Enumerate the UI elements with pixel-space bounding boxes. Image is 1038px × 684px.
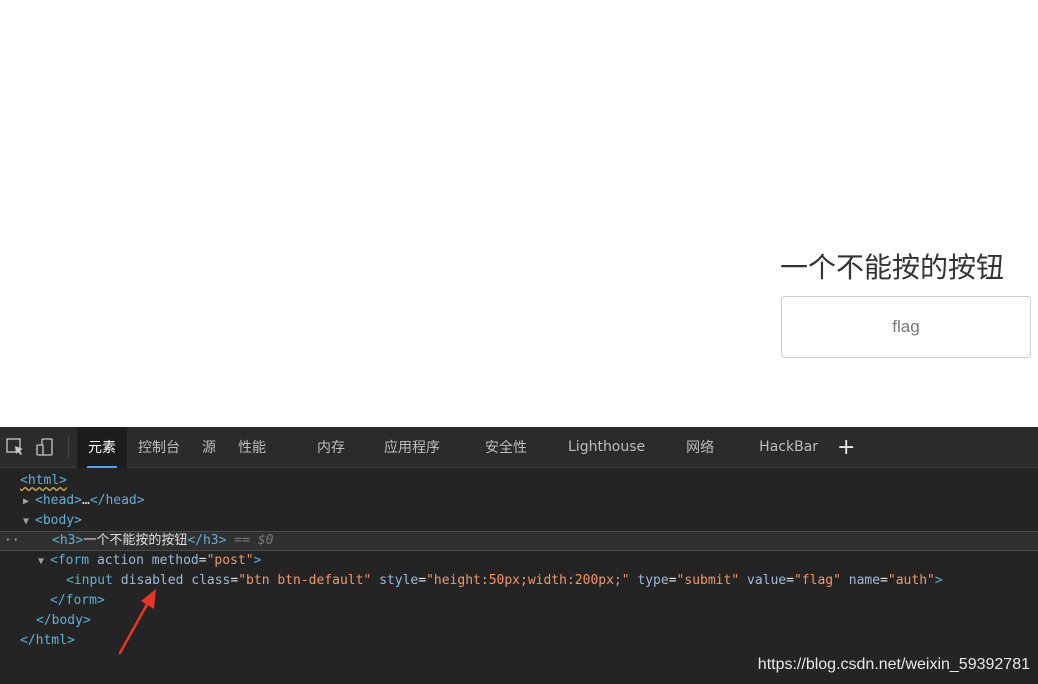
attr-type: type xyxy=(637,573,669,588)
tab-hackbar[interactable]: HackBar xyxy=(748,427,829,468)
tree-node-html[interactable]: <html> xyxy=(0,471,1038,491)
attr-method: method xyxy=(151,553,199,568)
tag-body-close: </body> xyxy=(36,613,91,628)
tag-head-close: </head> xyxy=(89,493,145,508)
tab-performance[interactable]: 性能 xyxy=(227,427,306,468)
node-actions-icon[interactable]: ·· xyxy=(4,532,20,550)
page-viewport: 一个不能按的按钮 flag xyxy=(0,0,1038,427)
tree-node-h3-selected[interactable]: ·· <h3>一个不能按的按钮</h3> == $0 xyxy=(0,531,1038,551)
tag-html-close: </html> xyxy=(20,633,75,648)
page-heading: 一个不能按的按钮 xyxy=(780,251,1005,284)
tag-form-open: <form xyxy=(50,553,90,568)
tag-body-open: <body> xyxy=(35,513,82,528)
attr-style: style xyxy=(379,573,419,588)
attr-type-value: "submit" xyxy=(676,573,740,588)
tree-node-head[interactable]: ▶ <head>…</head> xyxy=(0,491,1038,511)
attr-name: name xyxy=(848,573,881,588)
tree-node-body[interactable]: ▼ <body> xyxy=(0,511,1038,531)
devtools-toolbar: 元素 控制台 源 性能 内存 应用程序 安全性 Lighthouse 网络 Ha… xyxy=(0,426,1038,468)
tab-lighthouse[interactable]: Lighthouse xyxy=(557,427,675,468)
tab-security[interactable]: 安全性 xyxy=(474,427,557,468)
attr-value: value xyxy=(747,573,787,588)
tab-memory[interactable]: 内存 xyxy=(306,427,373,468)
tag-form-close: </form> xyxy=(50,593,105,608)
annotation-arrow-icon xyxy=(118,589,156,655)
toolbar-divider xyxy=(68,436,69,458)
tab-console[interactable]: 控制台 xyxy=(127,427,191,468)
tab-sources[interactable]: 源 xyxy=(191,427,227,468)
attr-method-value: "post" xyxy=(206,553,254,568)
tab-application[interactable]: 应用程序 xyxy=(373,427,474,468)
collapse-triangle-icon[interactable]: ▼ xyxy=(23,512,35,532)
flag-submit-button[interactable]: flag xyxy=(781,296,1031,358)
tag-input-open: <input xyxy=(66,573,113,588)
attr-name-value: "auth" xyxy=(887,573,935,588)
add-tab-button[interactable]: + xyxy=(829,435,863,460)
attr-class: class xyxy=(191,573,231,588)
h3-text: 一个不能按的按钮 xyxy=(83,533,188,548)
tag-h3-close: </h3> xyxy=(187,533,227,548)
attr-value-value: "flag" xyxy=(793,573,841,588)
attr-class-value: "btn btn-default" xyxy=(238,573,372,588)
inspect-element-icon[interactable] xyxy=(0,427,30,468)
attr-style-value: "height:50px;width:200px;" xyxy=(426,573,630,588)
expand-triangle-icon[interactable]: ▶ xyxy=(23,492,35,512)
selected-node-marker: == $0 xyxy=(234,533,274,548)
collapse-triangle-icon[interactable]: ▼ xyxy=(38,552,50,572)
device-toolbar-icon[interactable] xyxy=(30,427,60,468)
tag-h3-open: <h3> xyxy=(52,533,84,548)
tag-html-open: <html> xyxy=(20,473,67,488)
tree-node-form[interactable]: ▼ <form action method="post"> xyxy=(0,551,1038,571)
head-ellipsis: … xyxy=(81,493,90,508)
attr-action: action xyxy=(96,553,144,568)
tab-network[interactable]: 网络 xyxy=(675,427,748,468)
tag-head-open: <head> xyxy=(35,493,82,508)
tab-elements[interactable]: 元素 xyxy=(77,426,127,468)
watermark: https://blog.csdn.net/weixin_59392781 xyxy=(757,656,1030,673)
